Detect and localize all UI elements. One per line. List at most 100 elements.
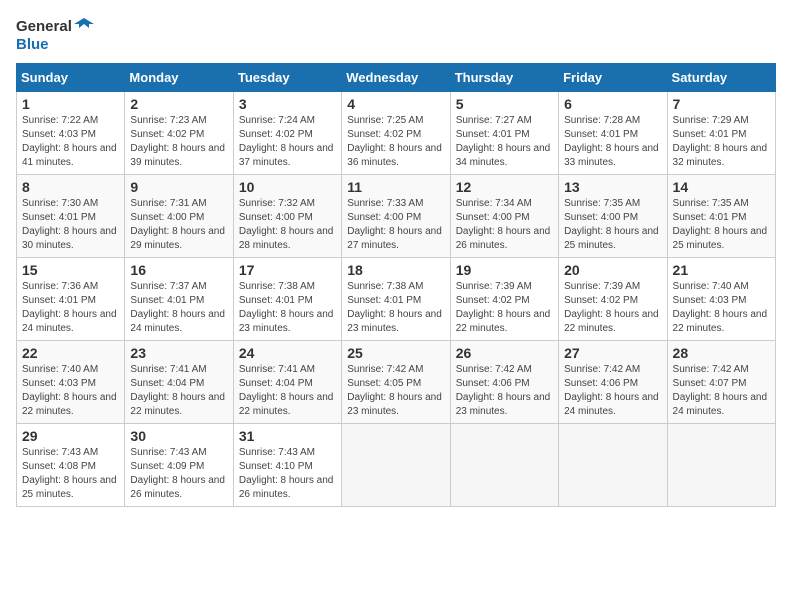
calendar-day-cell [667, 424, 775, 507]
day-info: Sunrise: 7:39 AMSunset: 4:02 PMDaylight:… [564, 281, 659, 334]
weekday-header-sunday: Sunday [17, 64, 125, 92]
day-info: Sunrise: 7:28 AMSunset: 4:01 PMDaylight:… [564, 115, 659, 168]
day-number: 5 [456, 96, 553, 112]
day-number: 25 [347, 345, 444, 361]
calendar-day-cell: 16 Sunrise: 7:37 AMSunset: 4:01 PMDayligh… [125, 258, 233, 341]
calendar-day-cell: 31Sunrise: 7:43 AMSunset: 4:10 PMDayligh… [233, 424, 341, 507]
day-info: Sunrise: 7:42 AMSunset: 4:06 PMDaylight:… [564, 364, 659, 417]
day-number: 1 [22, 96, 119, 112]
calendar-week-row: 15 Sunrise: 7:36 AMSunset: 4:01 PMDayligh… [17, 258, 776, 341]
calendar-week-row: 8 Sunrise: 7:30 AMSunset: 4:01 PMDaylight… [17, 175, 776, 258]
logo-general: General [16, 18, 72, 35]
day-number: 21 [673, 262, 770, 278]
day-number: 30 [130, 428, 227, 444]
calendar-day-cell: 20 Sunrise: 7:39 AMSunset: 4:02 PMDayligh… [559, 258, 667, 341]
day-info: Sunrise: 7:31 AMSunset: 4:00 PMDaylight:… [130, 198, 225, 251]
day-info: Sunrise: 7:27 AMSunset: 4:01 PMDaylight:… [456, 115, 551, 168]
day-number: 20 [564, 262, 661, 278]
day-number: 28 [673, 345, 770, 361]
calendar-day-cell: 4Sunrise: 7:25 AMSunset: 4:02 PMDaylight… [342, 92, 450, 175]
calendar-day-cell: 2Sunrise: 7:23 AMSunset: 4:02 PMDaylight… [125, 92, 233, 175]
day-info: Sunrise: 7:39 AMSunset: 4:02 PMDaylight:… [456, 281, 551, 334]
calendar-day-cell: 14Sunrise: 7:35 AMSunset: 4:01 PMDayligh… [667, 175, 775, 258]
weekday-header-monday: Monday [125, 64, 233, 92]
calendar-day-cell [450, 424, 558, 507]
day-info: Sunrise: 7:43 AMSunset: 4:09 PMDaylight:… [130, 447, 225, 500]
day-info: Sunrise: 7:24 AMSunset: 4:02 PMDaylight:… [239, 115, 334, 168]
day-number: 9 [130, 179, 227, 195]
calendar-week-row: 1 Sunrise: 7:22 AMSunset: 4:03 PMDaylight… [17, 92, 776, 175]
day-number: 7 [673, 96, 770, 112]
calendar-day-cell: 22 Sunrise: 7:40 AMSunset: 4:03 PMDayligh… [17, 341, 125, 424]
day-info: Sunrise: 7:40 AMSunset: 4:03 PMDaylight:… [22, 364, 117, 417]
day-number: 23 [130, 345, 227, 361]
weekday-header-saturday: Saturday [667, 64, 775, 92]
calendar-day-cell: 6Sunrise: 7:28 AMSunset: 4:01 PMDaylight… [559, 92, 667, 175]
calendar-day-cell: 24Sunrise: 7:41 AMSunset: 4:04 PMDayligh… [233, 341, 341, 424]
day-info: Sunrise: 7:43 AMSunset: 4:08 PMDaylight:… [22, 447, 117, 500]
calendar-day-cell: 15 Sunrise: 7:36 AMSunset: 4:01 PMDayligh… [17, 258, 125, 341]
calendar-week-row: 22 Sunrise: 7:40 AMSunset: 4:03 PMDayligh… [17, 341, 776, 424]
day-info: Sunrise: 7:30 AMSunset: 4:01 PMDaylight:… [22, 198, 117, 251]
logo-blue: Blue [16, 36, 49, 53]
day-number: 3 [239, 96, 336, 112]
logo-bird-icon [74, 16, 94, 36]
logo-container: General Blue [16, 16, 94, 53]
day-info: Sunrise: 7:43 AMSunset: 4:10 PMDaylight:… [239, 447, 334, 500]
calendar-day-cell: 5 Sunrise: 7:27 AMSunset: 4:01 PMDaylight… [450, 92, 558, 175]
calendar-day-cell: 17 Sunrise: 7:38 AMSunset: 4:01 PMDayligh… [233, 258, 341, 341]
calendar-day-cell: 21 Sunrise: 7:40 AMSunset: 4:03 PMDayligh… [667, 258, 775, 341]
weekday-header-tuesday: Tuesday [233, 64, 341, 92]
day-number: 29 [22, 428, 119, 444]
day-number: 4 [347, 96, 444, 112]
day-info: Sunrise: 7:35 AMSunset: 4:00 PMDaylight:… [564, 198, 659, 251]
day-number: 26 [456, 345, 553, 361]
day-info: Sunrise: 7:36 AMSunset: 4:01 PMDaylight:… [22, 281, 117, 334]
calendar-week-row: 29 Sunrise: 7:43 AMSunset: 4:08 PMDayligh… [17, 424, 776, 507]
day-number: 12 [456, 179, 553, 195]
day-number: 18 [347, 262, 444, 278]
day-number: 22 [22, 345, 119, 361]
day-info: Sunrise: 7:38 AMSunset: 4:01 PMDaylight:… [347, 281, 442, 334]
calendar-day-cell: 26 Sunrise: 7:42 AMSunset: 4:06 PMDayligh… [450, 341, 558, 424]
day-number: 13 [564, 179, 661, 195]
day-number: 2 [130, 96, 227, 112]
day-number: 19 [456, 262, 553, 278]
day-number: 27 [564, 345, 661, 361]
day-info: Sunrise: 7:40 AMSunset: 4:03 PMDaylight:… [673, 281, 768, 334]
calendar-day-cell: 18 Sunrise: 7:38 AMSunset: 4:01 PMDayligh… [342, 258, 450, 341]
day-info: Sunrise: 7:32 AMSunset: 4:00 PMDaylight:… [239, 198, 334, 251]
page-header: General Blue [16, 16, 776, 53]
calendar-day-cell: 25 Sunrise: 7:42 AMSunset: 4:05 PMDayligh… [342, 341, 450, 424]
logo: General Blue [16, 16, 94, 53]
calendar-day-cell: 23Sunrise: 7:41 AMSunset: 4:04 PMDayligh… [125, 341, 233, 424]
calendar-day-cell: 3 Sunrise: 7:24 AMSunset: 4:02 PMDaylight… [233, 92, 341, 175]
day-info: Sunrise: 7:37 AMSunset: 4:01 PMDaylight:… [130, 281, 225, 334]
day-info: Sunrise: 7:22 AMSunset: 4:03 PMDaylight:… [22, 115, 117, 168]
calendar-day-cell: 30 Sunrise: 7:43 AMSunset: 4:09 PMDayligh… [125, 424, 233, 507]
day-number: 14 [673, 179, 770, 195]
day-number: 16 [130, 262, 227, 278]
calendar-day-cell: 13 Sunrise: 7:35 AMSunset: 4:00 PMDayligh… [559, 175, 667, 258]
weekday-header-friday: Friday [559, 64, 667, 92]
calendar-day-cell: 12 Sunrise: 7:34 AMSunset: 4:00 PMDayligh… [450, 175, 558, 258]
calendar-day-cell: 27 Sunrise: 7:42 AMSunset: 4:06 PMDayligh… [559, 341, 667, 424]
calendar-day-cell: 19 Sunrise: 7:39 AMSunset: 4:02 PMDayligh… [450, 258, 558, 341]
day-info: Sunrise: 7:29 AMSunset: 4:01 PMDaylight:… [673, 115, 768, 168]
day-info: Sunrise: 7:42 AMSunset: 4:05 PMDaylight:… [347, 364, 442, 417]
day-number: 8 [22, 179, 119, 195]
day-info: Sunrise: 7:34 AMSunset: 4:00 PMDaylight:… [456, 198, 551, 251]
day-info: Sunrise: 7:38 AMSunset: 4:01 PMDaylight:… [239, 281, 334, 334]
calendar-day-cell: 28Sunrise: 7:42 AMSunset: 4:07 PMDayligh… [667, 341, 775, 424]
day-number: 15 [22, 262, 119, 278]
day-number: 10 [239, 179, 336, 195]
day-info: Sunrise: 7:33 AMSunset: 4:00 PMDaylight:… [347, 198, 442, 251]
day-number: 11 [347, 179, 444, 195]
calendar-day-cell: 10 Sunrise: 7:32 AMSunset: 4:00 PMDayligh… [233, 175, 341, 258]
calendar-day-cell: 29 Sunrise: 7:43 AMSunset: 4:08 PMDayligh… [17, 424, 125, 507]
calendar-header-row: SundayMondayTuesdayWednesdayThursdayFrid… [17, 64, 776, 92]
day-info: Sunrise: 7:42 AMSunset: 4:06 PMDaylight:… [456, 364, 551, 417]
calendar-day-cell: 1 Sunrise: 7:22 AMSunset: 4:03 PMDaylight… [17, 92, 125, 175]
calendar-day-cell: 9 Sunrise: 7:31 AMSunset: 4:00 PMDaylight… [125, 175, 233, 258]
day-number: 17 [239, 262, 336, 278]
